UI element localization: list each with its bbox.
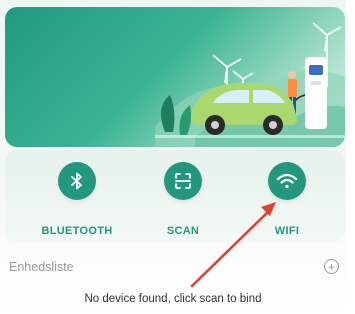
wifi-label: WIFI [274, 225, 300, 237]
device-list-header: Enhedsliste + [9, 259, 339, 279]
scan-label: SCAN [166, 225, 200, 237]
empty-device-message: No device found, click scan to bind [84, 293, 262, 305]
app-screen: BLUETOOTH SCAN WIFI Enhedsliste + No dev… [0, 0, 355, 314]
hero-banner [5, 7, 345, 147]
plus-circle-icon[interactable]: + [324, 259, 339, 274]
connection-options: BLUETOOTH SCAN WIFI [5, 150, 345, 242]
wifi-icon [268, 162, 306, 200]
screen-edge [346, 0, 355, 314]
bluetooth-icon [58, 162, 96, 200]
bluetooth-label: BLUETOOTH [41, 225, 113, 237]
bluetooth-button[interactable]: BLUETOOTH [29, 162, 125, 242]
scan-button[interactable]: SCAN [135, 162, 231, 242]
device-list-title: Enhedsliste [9, 260, 74, 274]
scan-icon [164, 162, 202, 200]
wifi-button[interactable]: WIFI [239, 162, 335, 242]
ev-charging-illustration [155, 22, 345, 147]
